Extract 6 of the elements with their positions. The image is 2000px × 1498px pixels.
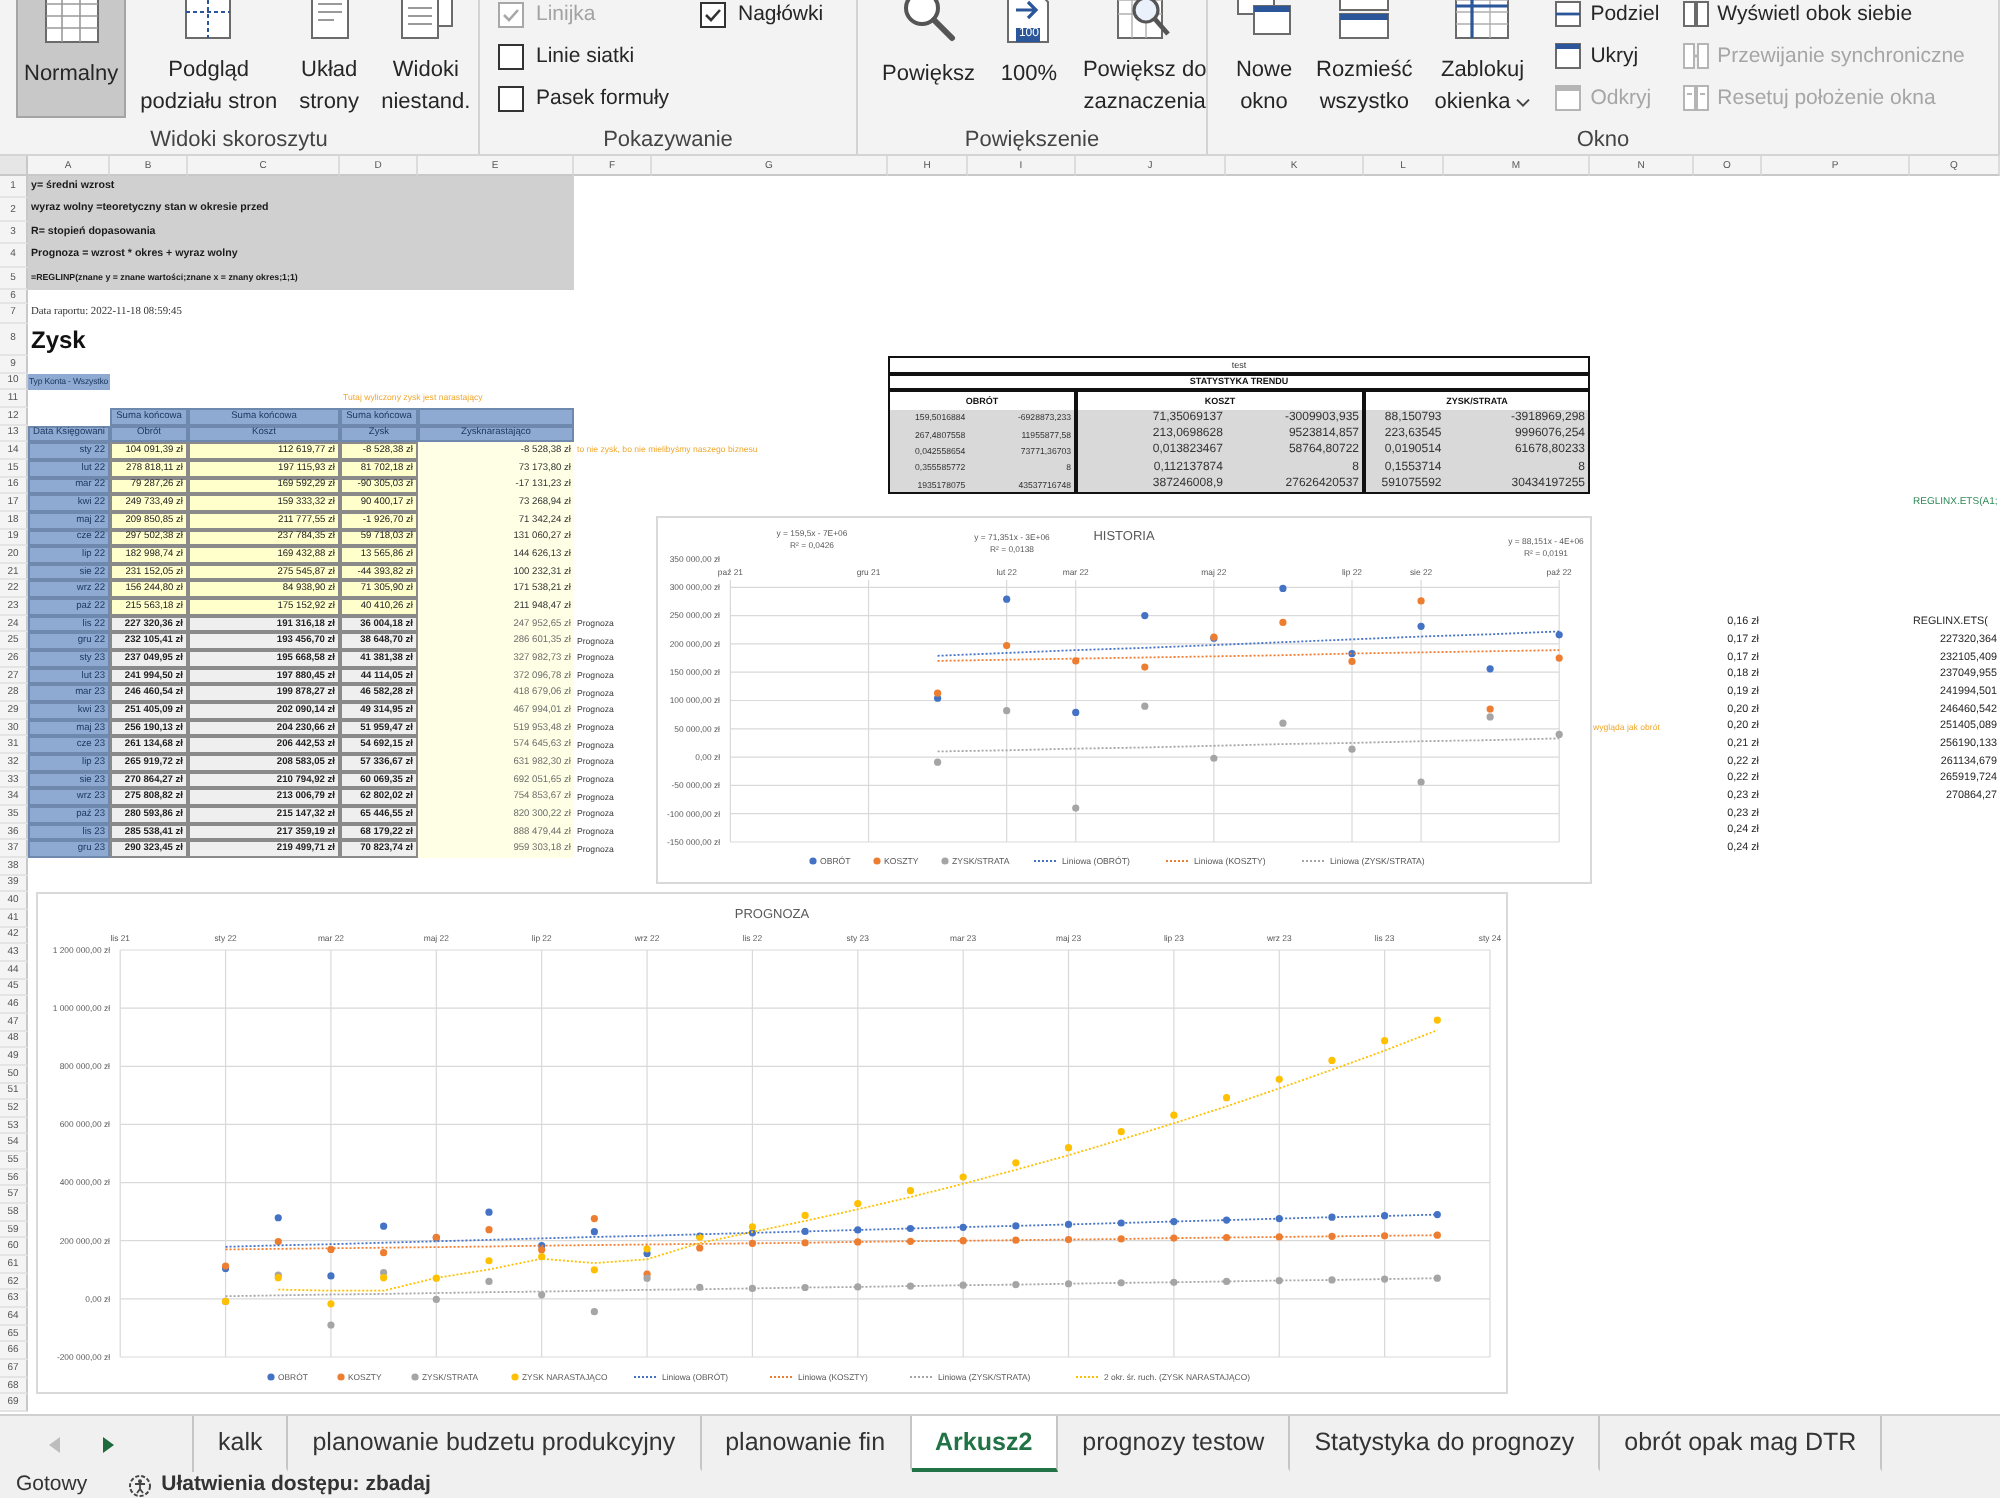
group-label: Pokazywanie [603, 128, 733, 154]
sheet-title: Zysk [31, 327, 86, 352]
group-label: Widoki skoroszytu [150, 128, 328, 154]
group-label: Okno [1576, 128, 1630, 154]
group-label: Powiększenie [964, 128, 1100, 154]
status-text: Gotowy [16, 1472, 88, 1498]
